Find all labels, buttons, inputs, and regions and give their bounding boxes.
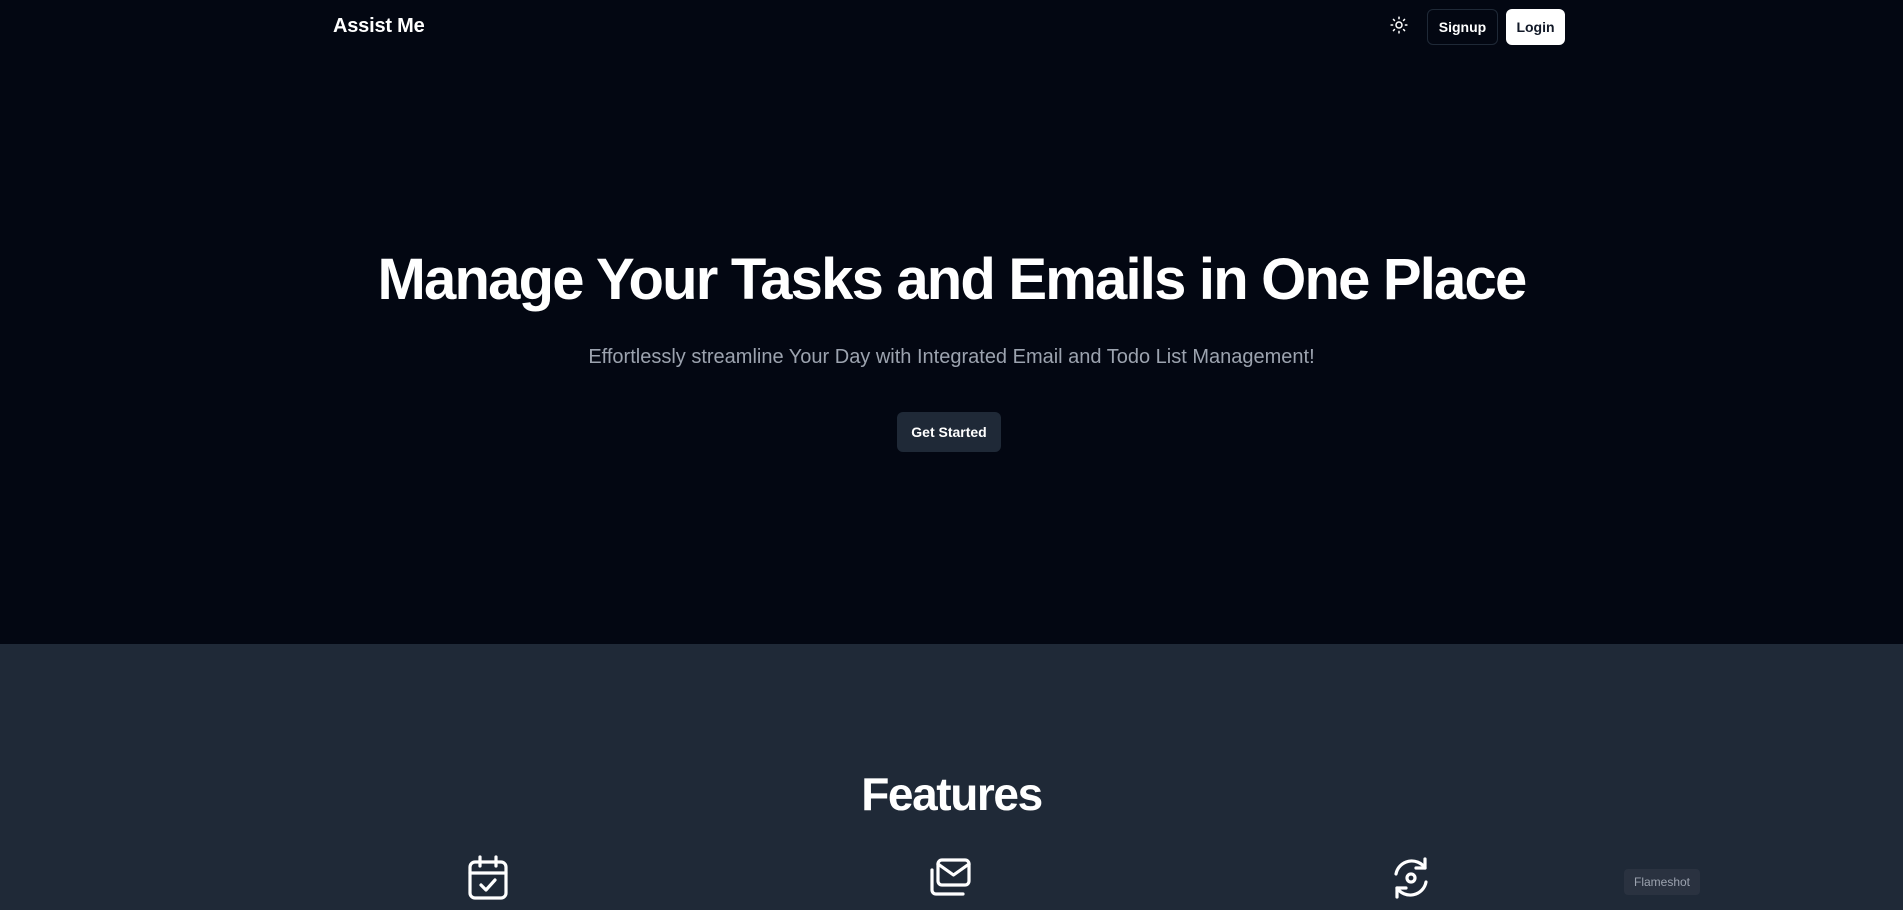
theme-toggle-button[interactable] xyxy=(1386,14,1412,40)
flameshot-tag: Flameshot xyxy=(1624,869,1700,895)
hero-title: Manage Your Tasks and Emails in One Plac… xyxy=(377,247,1528,312)
calendar-check-icon xyxy=(466,854,510,902)
sun-icon xyxy=(1390,15,1408,39)
get-started-button[interactable]: Get Started xyxy=(897,412,1001,452)
signup-button[interactable]: Signup xyxy=(1427,9,1498,45)
hero-subtitle: Effortlessly streamline Your Day with In… xyxy=(588,346,1315,368)
hero-section: Assist Me Signup Login Manage Your Tasks… xyxy=(0,0,1903,644)
mail-stack-icon xyxy=(927,854,971,902)
brand-logo[interactable]: Assist Me xyxy=(333,15,425,38)
sync-icon xyxy=(1388,854,1432,902)
login-button[interactable]: Login xyxy=(1506,9,1565,45)
features-title: Features xyxy=(861,768,1043,820)
features-section: Features xyxy=(0,644,1903,910)
navbar: Assist Me Signup Login xyxy=(0,0,1903,56)
